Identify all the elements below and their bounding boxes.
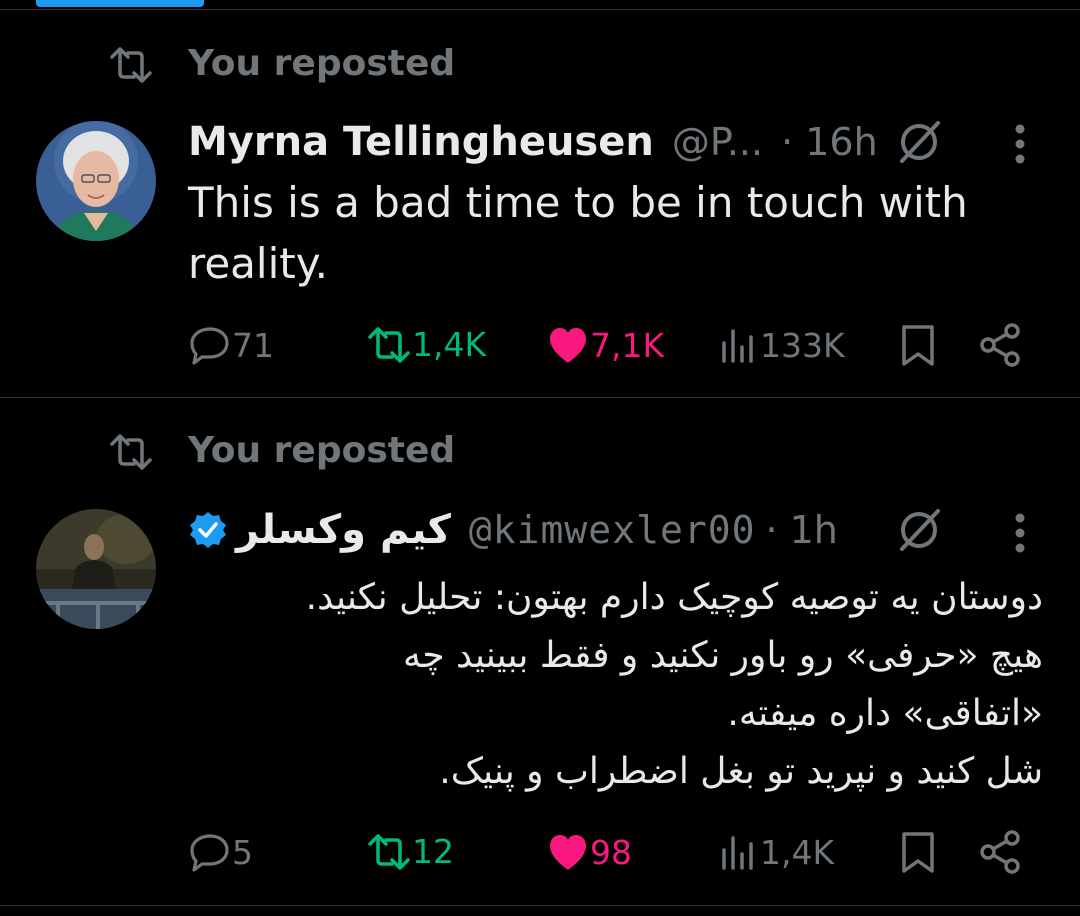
like-count: 98 bbox=[590, 832, 632, 872]
views-button[interactable]: 133K bbox=[718, 325, 845, 365]
avatar[interactable] bbox=[36, 509, 156, 629]
repost-label: You reposted bbox=[188, 43, 456, 84]
repost-count: 12 bbox=[412, 832, 454, 871]
repost-count: 1,4K bbox=[412, 325, 487, 364]
active-tab-indicator bbox=[36, 0, 204, 7]
reply-icon bbox=[190, 327, 229, 365]
views-icon bbox=[722, 836, 753, 870]
grok-icon[interactable] bbox=[894, 117, 944, 167]
tweet-text-line: «اتفاقی» داره میفته. bbox=[727, 693, 1043, 734]
like-button[interactable]: 98 bbox=[546, 832, 632, 872]
tweet-text: This is a bad time to be in touch with r… bbox=[188, 172, 1008, 294]
grok-icon[interactable] bbox=[894, 505, 944, 555]
timestamp[interactable]: · 16h bbox=[781, 120, 878, 164]
repost-icon bbox=[110, 47, 152, 83]
author-name[interactable]: Myrna Tellingheusen bbox=[188, 119, 654, 165]
share-icon[interactable] bbox=[978, 323, 1022, 367]
tweet-text: دوستان یه توصیه کوچیک دارم بهتون: تحلیل … bbox=[188, 569, 1043, 801]
bookmark-icon[interactable] bbox=[900, 324, 936, 368]
view-count: 1,4K bbox=[760, 832, 835, 872]
tweet-text-line: دوستان یه توصیه کوچیک دارم بهتون: تحلیل … bbox=[305, 577, 1043, 618]
repost-icon bbox=[110, 434, 152, 470]
like-count: 7,1K bbox=[590, 325, 665, 365]
tweet-text-line: هیچ «حرفی» رو باور نکنید و فقط ببینید چه bbox=[403, 635, 1043, 676]
repost-icon bbox=[368, 833, 410, 870]
views-icon bbox=[722, 329, 753, 363]
bookmark-icon[interactable] bbox=[900, 831, 936, 875]
divider bbox=[0, 397, 1080, 398]
tweet-text-line: شل کنید و نپرید تو بغل اضطراب و پنیک. bbox=[439, 751, 1043, 792]
reply-count: 5 bbox=[232, 832, 253, 872]
views-button[interactable]: 1,4K bbox=[718, 832, 834, 872]
divider bbox=[0, 9, 1080, 10]
more-icon[interactable] bbox=[1014, 513, 1026, 553]
avatar[interactable] bbox=[36, 121, 156, 241]
repost-context: You reposted bbox=[108, 430, 455, 471]
author-handle[interactable]: @P... bbox=[672, 120, 763, 164]
reply-icon bbox=[190, 834, 229, 872]
author-handle[interactable]: @kimwexler00 bbox=[469, 508, 756, 552]
like-button[interactable]: 7,1K bbox=[546, 325, 664, 365]
like-icon bbox=[550, 835, 586, 870]
share-icon[interactable] bbox=[978, 830, 1022, 874]
more-icon[interactable] bbox=[1014, 124, 1026, 164]
divider bbox=[0, 905, 1080, 906]
reply-button[interactable]: 5 bbox=[188, 832, 253, 872]
tweet-text-line: This is a bad time to be in touch with bbox=[188, 178, 968, 227]
repost-button[interactable]: 12 bbox=[366, 832, 454, 871]
like-icon bbox=[550, 328, 586, 363]
reply-count: 71 bbox=[232, 325, 274, 365]
timestamp[interactable]: · 1h bbox=[765, 508, 837, 552]
repost-context: You reposted bbox=[108, 43, 455, 84]
repost-label: You reposted bbox=[188, 430, 456, 471]
verified-badge-icon bbox=[190, 512, 226, 548]
repost-icon bbox=[368, 326, 410, 363]
tweet-text-line: reality. bbox=[188, 239, 328, 288]
view-count: 133K bbox=[760, 325, 845, 365]
author-name[interactable]: کیم وکسلر bbox=[236, 507, 451, 553]
repost-button[interactable]: 1,4K bbox=[366, 325, 486, 364]
reply-button[interactable]: 71 bbox=[188, 325, 274, 365]
